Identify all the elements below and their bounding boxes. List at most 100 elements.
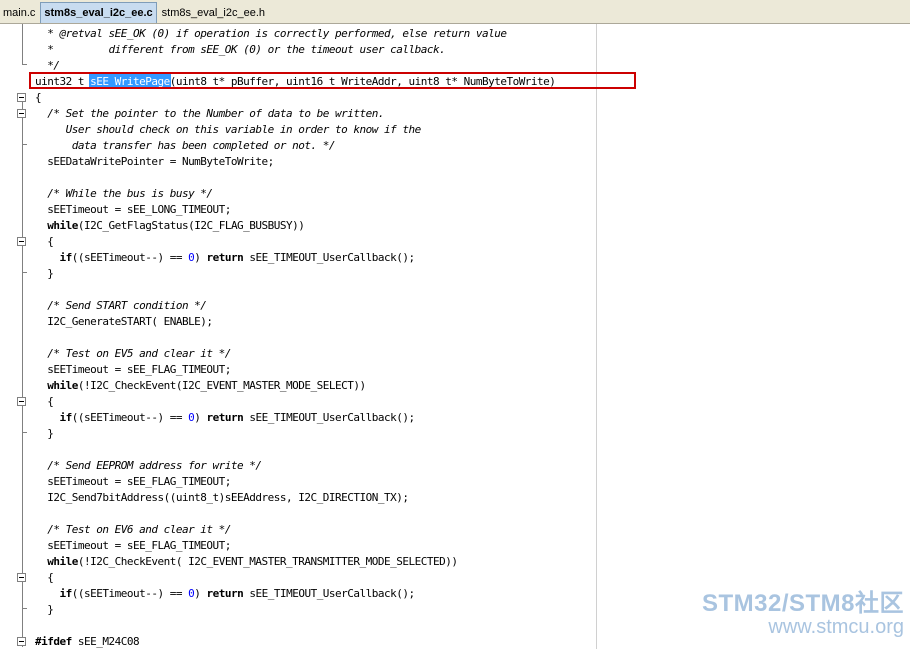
code-token: /* While the bus is busy */ bbox=[35, 187, 213, 200]
code-token: /* Send EEPROM address for write */ bbox=[35, 459, 262, 472]
code-line[interactable]: sEETimeout = sEE_FLAG_TIMEOUT; bbox=[35, 362, 595, 378]
code-token: (I2C_GetFlagStatus(I2C_FLAG_BUSBUSY)) bbox=[77, 219, 305, 232]
fold-toggle-icon[interactable] bbox=[17, 109, 26, 118]
code-token: /* Test on EV6 and clear it */ bbox=[35, 523, 231, 536]
code-line[interactable]: while(I2C_GetFlagStatus(I2C_FLAG_BUSBUSY… bbox=[35, 218, 595, 234]
code-line[interactable]: /* Test on EV6 and clear it */ bbox=[35, 522, 595, 538]
code-line[interactable]: sEETimeout = sEE_FLAG_TIMEOUT; bbox=[35, 474, 595, 490]
code-line[interactable]: if((sEETimeout--) == 0) return sEE_TIMEO… bbox=[35, 410, 595, 426]
code-line[interactable]: #ifdef sEE_M24C08 bbox=[35, 634, 595, 650]
code-line[interactable]: /* Test on EV5 and clear it */ bbox=[35, 346, 595, 362]
code-line[interactable]: ​ bbox=[35, 170, 595, 186]
code-token: while bbox=[47, 555, 78, 568]
code-line[interactable]: { bbox=[35, 234, 595, 250]
code-line[interactable]: } bbox=[35, 602, 595, 618]
code-line[interactable]: ​ bbox=[35, 282, 595, 298]
code-token: sEEDataWritePointer = NumByteToWrite; bbox=[35, 155, 274, 168]
code-line[interactable]: /* Send START condition */ bbox=[35, 298, 595, 314]
code-line[interactable]: * @retval sEE_OK (0) if operation is cor… bbox=[35, 26, 595, 42]
code-token: sEETimeout = sEE_FLAG_TIMEOUT; bbox=[35, 363, 231, 376]
code-line[interactable]: } bbox=[35, 266, 595, 282]
tab-stm8s-eval-i2c-ee-c[interactable]: stm8s_eval_i2c_ee.c bbox=[40, 2, 157, 23]
code-line[interactable]: I2C_GenerateSTART( ENABLE); bbox=[35, 314, 595, 330]
tab-stm8s-eval-i2c-ee-h[interactable]: stm8s_eval_i2c_ee.h bbox=[159, 3, 268, 23]
watermark: STM32/STM8社区 www.stmcu.org bbox=[702, 583, 904, 639]
code-token: sEE_TIMEOUT_UserCallback(); bbox=[243, 251, 415, 264]
code-token: sEETimeout = sEE_FLAG_TIMEOUT; bbox=[35, 475, 231, 488]
tab-main-c[interactable]: main.c bbox=[0, 3, 38, 23]
code-line[interactable]: ​ bbox=[35, 442, 595, 458]
fold-end-marker bbox=[22, 64, 27, 65]
code-line[interactable]: */ bbox=[35, 58, 595, 74]
code-token: { bbox=[35, 571, 54, 584]
fold-guide bbox=[22, 102, 23, 647]
code-line[interactable]: } bbox=[35, 426, 595, 442]
code-token: */ bbox=[35, 59, 60, 72]
code-token: } bbox=[35, 427, 54, 440]
right-margin-guide bbox=[596, 24, 597, 649]
code-line[interactable]: { bbox=[35, 90, 595, 106]
fold-toggle-icon[interactable] bbox=[17, 237, 26, 246]
code-line[interactable]: /* Set the pointer to the Number of data… bbox=[35, 106, 595, 122]
code-token: I2C_Send7bitAddress((uint8_t)sEEAddress,… bbox=[35, 491, 409, 504]
code-token: ((sEETimeout--) == bbox=[71, 587, 189, 600]
code-line[interactable]: sEEDataWritePointer = NumByteToWrite; bbox=[35, 154, 595, 170]
code-token: data transfer has been completed or not.… bbox=[35, 139, 336, 152]
fold-end-marker bbox=[22, 608, 27, 609]
code-line[interactable]: { bbox=[35, 394, 595, 410]
watermark-url: www.stmcu.org bbox=[768, 616, 904, 638]
code-token: return bbox=[206, 251, 244, 264]
code-token: ((sEETimeout--) == bbox=[71, 251, 189, 264]
code-token: sEETimeout = sEE_FLAG_TIMEOUT; bbox=[35, 539, 231, 552]
code-token: (!I2C_CheckEvent(I2C_EVENT_MASTER_MODE_S… bbox=[77, 379, 366, 392]
code-line[interactable]: * different from sEE_OK (0) or the timeo… bbox=[35, 42, 595, 58]
code-line[interactable]: uint32_t sEE_WritePage(uint8_t* pBuffer,… bbox=[35, 74, 595, 90]
code-token: sEE_TIMEOUT_UserCallback(); bbox=[243, 411, 415, 424]
code-token: * different from sEE_OK (0) or the timeo… bbox=[35, 43, 446, 56]
fold-toggle-icon[interactable] bbox=[17, 637, 26, 646]
code-token: /* Test on EV5 and clear it */ bbox=[35, 347, 231, 360]
code-line[interactable]: if((sEETimeout--) == 0) return sEE_TIMEO… bbox=[35, 250, 595, 266]
code-token: (!I2C_CheckEvent( I2C_EVENT_MASTER_TRANS… bbox=[77, 555, 458, 568]
code-token: if bbox=[59, 251, 73, 264]
fold-toggle-icon[interactable] bbox=[17, 397, 26, 406]
code-token: /* Set the pointer to the Number of data… bbox=[35, 107, 384, 120]
selected-function-name: sEE_WritePage bbox=[89, 74, 171, 89]
code-line[interactable]: data transfer has been completed or not.… bbox=[35, 138, 595, 154]
code-line[interactable]: while(!I2C_CheckEvent( I2C_EVENT_MASTER_… bbox=[35, 554, 595, 570]
code-token: sEE_TIMEOUT_UserCallback(); bbox=[243, 587, 415, 600]
code-line[interactable]: sEETimeout = sEE_LONG_TIMEOUT; bbox=[35, 202, 595, 218]
fold-guide bbox=[22, 24, 23, 64]
code-line[interactable]: while(!I2C_CheckEvent(I2C_EVENT_MASTER_M… bbox=[35, 378, 595, 394]
code-token: * @retval sEE_OK (0) if operation is cor… bbox=[35, 27, 507, 40]
code-line[interactable]: ​ bbox=[35, 506, 595, 522]
file-tab-bar: main.c stm8s_eval_i2c_ee.c stm8s_eval_i2… bbox=[0, 0, 910, 24]
code-line[interactable]: ​ bbox=[35, 618, 595, 634]
code-line[interactable]: if((sEETimeout--) == 0) return sEE_TIMEO… bbox=[35, 586, 595, 602]
code-line[interactable]: ​ bbox=[35, 330, 595, 346]
code-line[interactable]: /* While the bus is busy */ bbox=[35, 186, 595, 202]
fold-gutter bbox=[0, 24, 30, 649]
code-token: sEE_M24C08 bbox=[71, 635, 140, 648]
code-line[interactable]: /* Send EEPROM address for write */ bbox=[35, 458, 595, 474]
code-line[interactable]: I2C_Send7bitAddress((uint8_t)sEEAddress,… bbox=[35, 490, 595, 506]
fold-toggle-icon[interactable] bbox=[17, 573, 26, 582]
code-token: ) bbox=[194, 411, 207, 424]
code-token: } bbox=[35, 267, 54, 280]
code-token: ) bbox=[194, 251, 207, 264]
code-editor[interactable]: * @retval sEE_OK (0) if operation is cor… bbox=[0, 24, 910, 649]
code-token: return bbox=[206, 587, 244, 600]
code-token: uint32_t bbox=[35, 75, 91, 88]
code-token: if bbox=[59, 587, 73, 600]
code-text[interactable]: * @retval sEE_OK (0) if operation is cor… bbox=[35, 26, 595, 650]
code-line[interactable]: User should check on this variable in or… bbox=[35, 122, 595, 138]
code-line[interactable]: sEETimeout = sEE_FLAG_TIMEOUT; bbox=[35, 538, 595, 554]
code-token: while bbox=[47, 379, 78, 392]
fold-toggle-icon[interactable] bbox=[17, 93, 26, 102]
code-token: ((sEETimeout--) == bbox=[71, 411, 189, 424]
code-line[interactable]: { bbox=[35, 570, 595, 586]
code-token: #ifdef bbox=[35, 635, 72, 648]
